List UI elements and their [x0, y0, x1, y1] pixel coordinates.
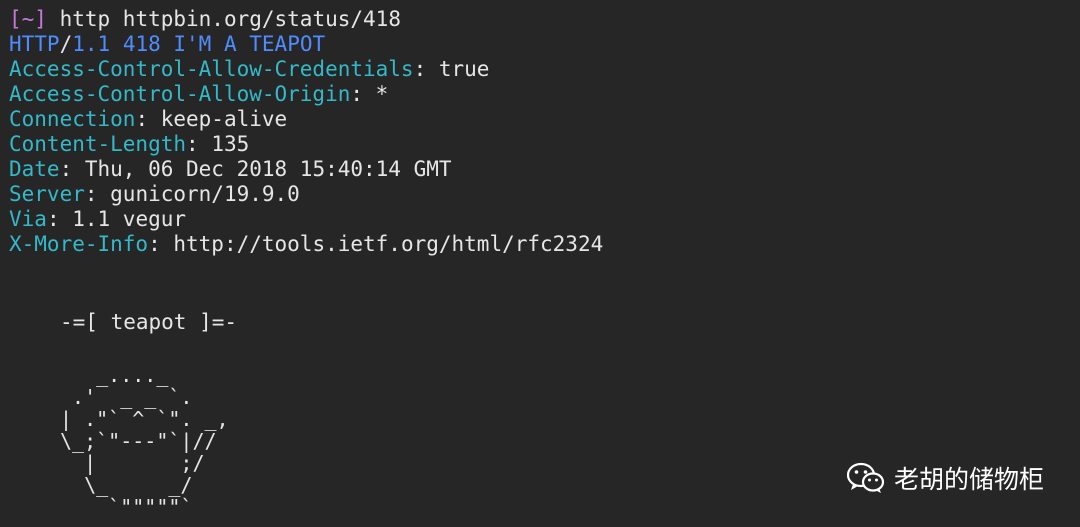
header-name: Access-Control-Allow-Credentials [9, 57, 414, 81]
header-value: 135 [211, 132, 250, 156]
header-line: Access-Control-Allow-Credentials: true [9, 57, 490, 81]
header-name: Content-Length [9, 132, 187, 156]
prompt-command: http httpbin.org/status/418 [59, 7, 401, 31]
teapot-ascii-art: _...._ .' _ _ `. | ."` ^ `". _, \_;`"---… [60, 363, 229, 519]
header-value: Thu, 06 Dec 2018 15:40:14 GMT [84, 157, 452, 181]
header-name: Date [9, 157, 60, 181]
teapot-title: -=[ teapot ]=- [60, 310, 238, 334]
prompt-directory: [~] [9, 7, 47, 31]
header-line: Connection: keep-alive [9, 107, 288, 131]
header-value: gunicorn/19.9.0 [110, 182, 300, 206]
header-name: X-More-Info [9, 232, 149, 256]
watermark: 老胡的储物柜 [846, 460, 1044, 496]
header-value: http://tools.ietf.org/html/rfc2324 [173, 232, 604, 256]
header-value: true [438, 57, 490, 81]
header-line: X-More-Info: http://tools.ietf.org/html/… [9, 232, 604, 256]
header-value: keep-alive [160, 107, 288, 131]
header-line: Via: 1.1 vegur [9, 207, 187, 231]
header-name: Connection [9, 107, 136, 131]
header-name: Via [9, 207, 47, 231]
status-version: 1.1 [72, 32, 111, 56]
header-line: Access-Control-Allow-Origin: * [9, 82, 389, 106]
header-value: 1.1 vegur [72, 207, 187, 231]
watermark-text: 老胡的储物柜 [893, 465, 1044, 494]
status-protocol: HTTP [9, 32, 60, 56]
status-code-reason: 418 I'M A TEAPOT [122, 32, 326, 56]
header-line: Content-Length: 135 [9, 132, 250, 156]
header-line: Server: gunicorn/19.9.0 [9, 182, 300, 206]
header-name: Access-Control-Allow-Origin [9, 82, 351, 106]
status-line: HTTP/1.1 418 I'M A TEAPOT [9, 32, 1080, 57]
wechat-icon [846, 461, 886, 495]
header-name: Server [9, 182, 85, 206]
header-value: * [375, 82, 389, 106]
header-line: Date: Thu, 06 Dec 2018 15:40:14 GMT [9, 157, 452, 181]
status-slash: / [59, 32, 73, 56]
prompt-line: [~] http httpbin.org/status/418 [9, 7, 1080, 32]
